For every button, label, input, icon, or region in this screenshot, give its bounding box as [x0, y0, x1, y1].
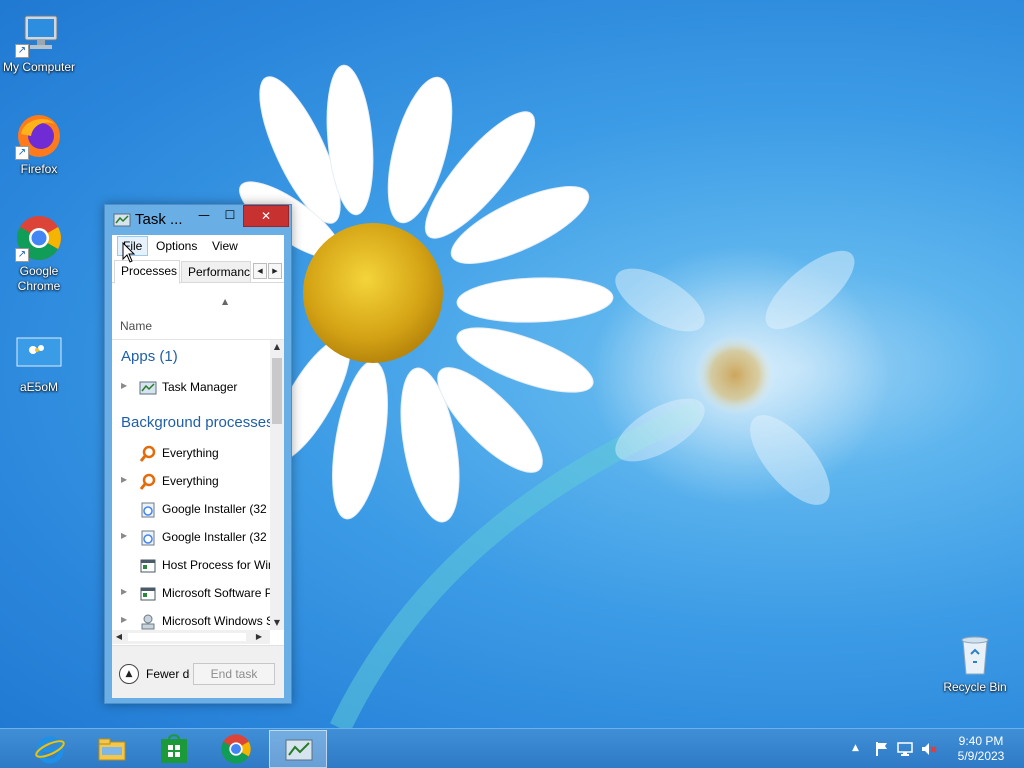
scroll-down-button[interactable]: ▼	[270, 616, 284, 630]
volume-muted-icon[interactable]	[921, 741, 937, 757]
task-manager-icon	[113, 213, 131, 227]
search-indexer-icon	[141, 614, 155, 630]
group-header-apps: Apps (1)	[121, 348, 178, 365]
title-bar[interactable]: Task ... — ☐ ✕	[105, 205, 291, 235]
task-manager-window[interactable]: Task ... — ☐ ✕ File Options View Process…	[104, 204, 292, 704]
computer-icon: ↗	[15, 10, 63, 58]
magnifier-icon	[139, 473, 156, 490]
window-footer: ▲ Fewer details End task	[112, 645, 284, 698]
image-file-icon	[15, 330, 63, 378]
desktop-icon-label: Recycle Bin	[943, 680, 1007, 694]
fewer-details-label: Fewer details	[146, 667, 190, 681]
expand-arrow-icon[interactable]: ▶	[121, 587, 127, 596]
scroll-thumb[interactable]	[272, 358, 282, 424]
desktop-icon-recycle-bin[interactable]: Recycle Bin	[937, 630, 1013, 695]
process-name: Host Process for Windows Tasks	[162, 558, 270, 572]
installer-icon	[141, 502, 155, 518]
window-process-icon	[140, 559, 156, 573]
process-row[interactable]: Everything	[112, 442, 270, 466]
taskbar-item-file-explorer[interactable]	[83, 730, 141, 768]
scroll-left-button[interactable]: ◀	[112, 630, 126, 644]
maximize-button[interactable]: ☐	[217, 205, 243, 227]
process-name: Everything	[162, 474, 219, 488]
sort-ascending-icon: ▲	[222, 297, 229, 306]
taskbar-item-internet-explorer[interactable]	[21, 730, 79, 768]
process-row[interactable]: ▶ Microsoft Software Protection Platform…	[112, 582, 270, 606]
installer-icon	[141, 530, 155, 546]
process-name: Microsoft Software Protection Platform S…	[162, 586, 270, 600]
close-button[interactable]: ✕	[243, 205, 289, 227]
expand-arrow-icon[interactable]: ▶	[121, 615, 127, 624]
recycle-bin-icon	[951, 630, 999, 678]
expand-arrow-icon[interactable]: ▶	[121, 531, 127, 540]
process-row[interactable]: ▶ Microsoft Windows Search Indexer	[112, 610, 270, 630]
taskbar-item-store[interactable]	[145, 730, 203, 768]
desktop-icon-label: Google Chrome	[17, 264, 61, 293]
process-name: Everything	[162, 446, 219, 460]
action-center-flag-icon[interactable]	[874, 741, 890, 757]
system-clock[interactable]: 9:40 PM 5/9/2023	[948, 734, 1014, 764]
taskbar: ▲ 9:40 PM 5/9/2023	[0, 728, 1024, 768]
file-explorer-icon	[98, 738, 126, 761]
process-name: Microsoft Windows Search Indexer	[162, 614, 270, 628]
desktop-icon-google-chrome[interactable]: ↗ Google Chrome	[1, 214, 77, 294]
taskbar-item-task-manager[interactable]	[269, 730, 327, 768]
horizontal-scrollbar[interactable]: ◀ ▶	[112, 630, 270, 644]
column-header-name[interactable]: Name	[120, 319, 152, 333]
desktop-icon-label: My Computer	[2, 60, 76, 74]
menu-options[interactable]: Options	[151, 236, 202, 256]
process-name: Task Manager	[162, 380, 238, 394]
desktop-icon-label: aE5oM	[19, 380, 59, 394]
tab-performance[interactable]: Performance	[181, 261, 251, 283]
menu-bar: File Options View	[112, 235, 284, 257]
desktop-icon-label: Firefox	[20, 162, 58, 176]
network-icon[interactable]	[897, 741, 913, 757]
window-process-icon	[140, 587, 156, 601]
minimize-button[interactable]: —	[191, 205, 217, 227]
desktop-icon-my-computer[interactable]: ↗ My Computer	[1, 10, 77, 75]
group-header-background: Background processes	[121, 414, 270, 431]
clock-date: 5/9/2023	[957, 749, 1005, 763]
process-row[interactable]: Google Installer (32 bit)	[112, 498, 270, 522]
expand-arrow-icon[interactable]: ▶	[121, 381, 127, 390]
desktop-icon-firefox[interactable]: ↗ Firefox	[1, 112, 77, 177]
magnifier-icon	[139, 445, 156, 462]
chrome-icon	[221, 734, 251, 764]
vertical-scrollbar[interactable]: ▲ ▼	[270, 340, 284, 630]
menu-view[interactable]: View	[207, 236, 243, 256]
process-row[interactable]: ▶ Task Manager	[112, 376, 270, 400]
process-row[interactable]: Host Process for Windows Tasks	[112, 554, 270, 578]
chrome-icon: ↗	[15, 214, 63, 262]
clock-time: 9:40 PM	[958, 734, 1004, 748]
end-task-button[interactable]: End task	[193, 663, 275, 685]
internet-explorer-icon	[35, 736, 65, 764]
scroll-right-button[interactable]: ▶	[252, 630, 266, 644]
tab-strip: Processes Performance ◀ ▶	[112, 259, 284, 284]
expand-arrow-icon[interactable]: ▶	[121, 475, 127, 484]
desktop-icon-ae5om[interactable]: aE5oM	[1, 330, 77, 395]
firefox-icon: ↗	[15, 112, 63, 160]
process-list: Apps (1) ▶ Task Manager Background proce…	[112, 340, 270, 630]
scroll-thumb[interactable]	[128, 633, 246, 641]
store-icon	[161, 734, 187, 763]
task-manager-icon	[285, 739, 313, 761]
taskbar-item-google-chrome[interactable]	[207, 730, 265, 768]
scroll-up-button[interactable]: ▲	[270, 340, 284, 354]
process-row[interactable]: ▶ Everything	[112, 470, 270, 494]
process-name: Google Installer (32 bit)	[162, 502, 270, 516]
process-row[interactable]: ▶ Google Installer (32 bit)	[112, 526, 270, 550]
mouse-cursor-icon	[122, 242, 136, 263]
fewer-details-button[interactable]: ▲ Fewer details	[119, 664, 190, 684]
task-manager-icon	[139, 381, 157, 395]
window-client-area: File Options View Processes Performance …	[112, 235, 284, 698]
window-title: Task ...	[135, 211, 183, 228]
show-hidden-icons-button[interactable]: ▲	[852, 743, 859, 753]
process-name: Google Installer (32 bit)	[162, 530, 270, 544]
chevron-up-icon: ▲	[119, 664, 139, 684]
tab-scroll-right-button[interactable]: ▶	[268, 263, 282, 279]
tab-scroll-left-button[interactable]: ◀	[253, 263, 267, 279]
